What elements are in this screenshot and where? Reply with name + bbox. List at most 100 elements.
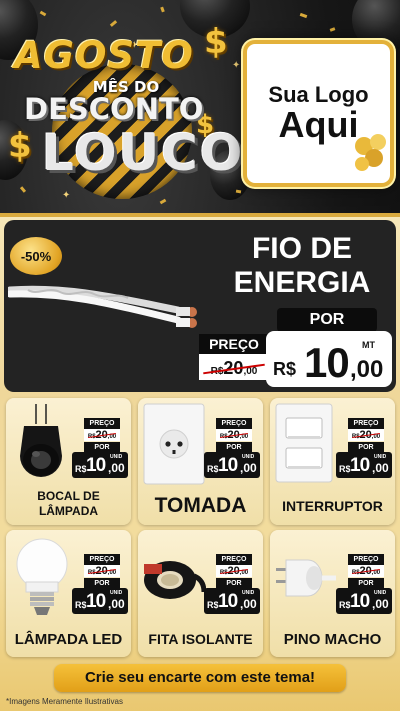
old-price-int: 20 bbox=[227, 565, 240, 577]
new-price: R$ 10,00 UNID bbox=[204, 588, 260, 614]
old-price-cents: ,00 bbox=[107, 434, 117, 440]
confetti bbox=[329, 27, 336, 32]
price-integer: 10 bbox=[218, 455, 238, 476]
price-cents: ,00 bbox=[108, 597, 125, 611]
price-unit: MT bbox=[362, 340, 375, 350]
old-price: R$20,00 bbox=[84, 429, 120, 441]
logo-line-1: Sua Logo bbox=[268, 82, 369, 108]
old-price-int: 20 bbox=[359, 565, 372, 577]
price-tag: PREÇO R$20,00 POR R$ 10,00 UNID bbox=[204, 554, 260, 616]
cta-button[interactable]: Crie seu encarte com este tema! bbox=[54, 664, 346, 692]
price-integer: 10 bbox=[86, 591, 106, 612]
product-card[interactable]: FITA ISOLANTE PREÇO R$20,00 POR R$ 10,00 U… bbox=[138, 530, 263, 657]
old-currency: R$ bbox=[351, 434, 360, 440]
outlet-icon bbox=[143, 403, 205, 485]
dollar-sign-icon: $ bbox=[8, 126, 32, 166]
old-price: R$20,00 bbox=[216, 565, 252, 577]
light-switch-icon bbox=[275, 403, 333, 483]
confetti bbox=[159, 198, 167, 205]
flyer-page: ✦ ✦ ✦ $ $ $ AGOSTO MÊS DO DESCONTO LOUCO… bbox=[0, 0, 400, 711]
price-cents: ,00 bbox=[350, 356, 384, 383]
sparkle: ✦ bbox=[62, 190, 71, 201]
headline-agosto: AGOSTO bbox=[14, 34, 194, 77]
old-currency: R$ bbox=[210, 366, 224, 377]
price-unit: UNID bbox=[110, 454, 123, 460]
price-integer: 10 bbox=[350, 591, 370, 612]
plug-icon bbox=[276, 559, 336, 597]
product-name: TOMADA bbox=[154, 494, 247, 517]
currency: R$ bbox=[207, 600, 219, 610]
price-unit: UNID bbox=[374, 454, 387, 460]
confetti bbox=[235, 189, 242, 194]
price-integer: 10 bbox=[218, 591, 238, 612]
old-price-cents: ,00 bbox=[371, 570, 381, 576]
confetti bbox=[109, 20, 118, 27]
price-cents: ,00 bbox=[372, 597, 389, 611]
product-name: BOCAL DE LÂMPADA bbox=[37, 489, 100, 518]
old-price-int: 20 bbox=[95, 429, 108, 441]
sparkle: ✦ bbox=[232, 60, 241, 71]
price-tag: PREÇO R$20,00 POR R$ 10,00 UNID bbox=[336, 418, 392, 480]
price-cents: ,00 bbox=[240, 597, 257, 611]
price-tag: PREÇO R$20,00 POR R$ 10,00 UNID bbox=[336, 554, 392, 616]
por-label: POR bbox=[277, 308, 377, 332]
product-card[interactable]: INTERRUPTOR PREÇO R$20,00 POR R$ 10,00 UNI… bbox=[270, 398, 395, 525]
new-price: R$ 10,00 UNID bbox=[204, 452, 260, 478]
price-cents: ,00 bbox=[372, 461, 389, 475]
old-price: R$20,00 bbox=[348, 429, 384, 441]
old-currency: R$ bbox=[87, 570, 96, 576]
old-price-int: 20 bbox=[227, 429, 240, 441]
old-currency: R$ bbox=[219, 434, 228, 440]
price-unit: UNID bbox=[110, 590, 123, 596]
dollar-sign-icon: $ bbox=[204, 22, 228, 62]
product-card[interactable]: LÂMPADA LED PREÇO R$20,00 POR R$ 10,00 UNI… bbox=[6, 530, 131, 657]
product-name: PINO MACHO bbox=[283, 631, 382, 648]
currency: R$ bbox=[75, 600, 87, 610]
confetti bbox=[39, 10, 47, 17]
old-price: R$20,00 bbox=[84, 565, 120, 577]
new-price: R$ 10,00 UNID bbox=[72, 588, 128, 614]
new-price: R$ 10,00 UNID bbox=[336, 588, 392, 614]
disclaimer-text: *Imagens Meramente Ilustrativas bbox=[6, 697, 123, 706]
price-integer: 10 bbox=[304, 339, 350, 386]
price-cents: ,00 bbox=[240, 461, 257, 475]
product-name: FITA ISOLANTE bbox=[148, 631, 253, 647]
product-name: LÂMPADA LED bbox=[14, 631, 123, 648]
currency: R$ bbox=[339, 464, 351, 474]
new-price: R$ 10,00 UNID bbox=[72, 452, 128, 478]
price-tag: PREÇO R$20,00 POR R$ 10,00 UNID bbox=[72, 554, 128, 616]
preco-label: PREÇO bbox=[199, 334, 269, 354]
price-tag: PREÇO R$20,00 POR R$ 10,00 UNID bbox=[72, 418, 128, 480]
old-price-cents: ,00 bbox=[239, 570, 249, 576]
product-card[interactable]: TOMADA PREÇO R$20,00 POR R$ 10,00 UNID bbox=[138, 398, 263, 525]
currency: R$ bbox=[75, 464, 87, 474]
featured-product-title: FIO DE ENERGIA bbox=[233, 232, 371, 299]
product-card[interactable]: PINO MACHO PREÇO R$20,00 POR R$ 10,00 UNID bbox=[270, 530, 395, 657]
confetti bbox=[160, 6, 165, 13]
price-cents: ,00 bbox=[108, 461, 125, 475]
header-banner: ✦ ✦ ✦ $ $ $ AGOSTO MÊS DO DESCONTO LOUCO… bbox=[0, 0, 400, 215]
old-price-cents: ,00 bbox=[239, 434, 249, 440]
currency: R$ bbox=[273, 359, 297, 379]
currency: R$ bbox=[339, 600, 351, 610]
old-currency: R$ bbox=[351, 570, 360, 576]
old-price: R$20,00 bbox=[216, 429, 252, 441]
product-card[interactable]: BOCAL DE LÂMPADA PREÇO R$20,00 POR R$ 10,… bbox=[6, 398, 131, 525]
price-integer: 10 bbox=[350, 455, 370, 476]
old-currency: R$ bbox=[219, 570, 228, 576]
price-unit: UNID bbox=[374, 590, 387, 596]
gold-balloons-icon bbox=[355, 134, 386, 171]
old-price-int: 20 bbox=[95, 565, 108, 577]
old-price: R$20,00 bbox=[348, 565, 384, 577]
old-price-cents: ,00 bbox=[107, 570, 117, 576]
price-unit: UNID bbox=[242, 454, 255, 460]
new-price: R$ 10,00 UNID bbox=[336, 452, 392, 478]
old-price-block: PREÇO R$20,00 bbox=[199, 334, 269, 384]
lamp-socket-icon bbox=[20, 404, 62, 477]
old-price-cents: ,00 bbox=[371, 434, 381, 440]
old-price-int: 20 bbox=[359, 429, 372, 441]
confetti bbox=[19, 186, 27, 193]
old-price-cents: ,00 bbox=[243, 366, 258, 377]
new-price-block: R$ 10 ,00 MT bbox=[266, 331, 392, 387]
currency: R$ bbox=[207, 464, 219, 474]
